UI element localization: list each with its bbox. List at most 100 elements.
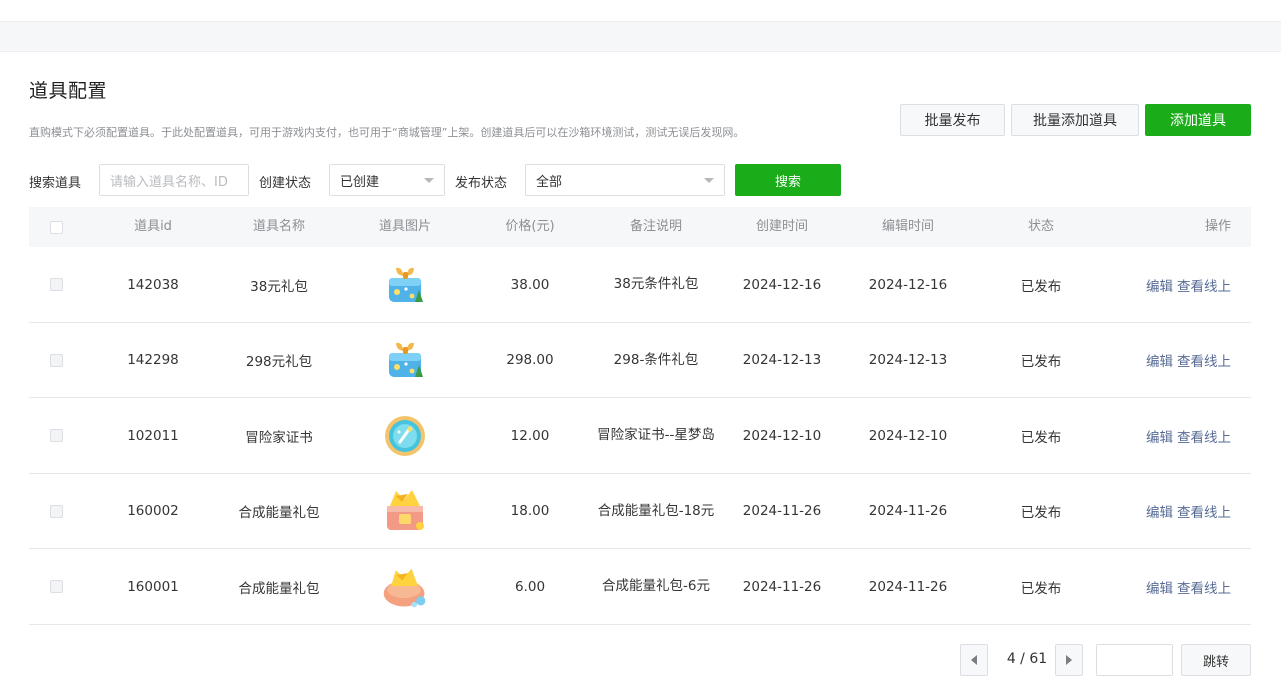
sub-bar: [0, 22, 1281, 52]
row-checkbox-cell: [29, 474, 83, 549]
cell-image: [335, 323, 475, 398]
chevron-right-icon: [1066, 655, 1072, 665]
jump-button[interactable]: 跳转: [1181, 644, 1251, 676]
add-item-button[interactable]: 添加道具: [1145, 104, 1251, 136]
cell-id: 160001: [127, 578, 179, 595]
cell-status: 已发布: [1020, 505, 1062, 521]
page-title: 道具配置: [29, 80, 108, 102]
row-checkbox-cell: [29, 549, 83, 624]
cell-created: 2024-12-10: [742, 427, 822, 444]
edit-link[interactable]: 编辑: [1146, 577, 1173, 597]
cell-name: 合成能量礼包: [238, 505, 320, 521]
row-checkbox[interactable]: [49, 278, 63, 291]
row-checkbox[interactable]: [49, 580, 63, 593]
cell-price: 12.00: [510, 427, 550, 444]
cell-note: 合成能量礼包-6元: [602, 578, 710, 594]
col-id: 道具id: [134, 219, 172, 234]
items-table: 道具id 道具名称 道具图片 价格(元) 备注说明 创建时间 编辑时间 状态 操…: [29, 207, 1251, 625]
header-actions: 批量发布 批量添加道具 添加道具: [900, 104, 1251, 136]
cell-note: 冒险家证书--星梦岛: [597, 427, 715, 443]
view-online-link[interactable]: 查看线上: [1177, 350, 1231, 370]
row-checkbox-cell: [29, 398, 83, 473]
col-name: 道具名称: [252, 219, 305, 234]
batch-add-button[interactable]: 批量添加道具: [1011, 104, 1139, 136]
cell-price: 18.00: [510, 503, 550, 519]
view-online-link[interactable]: 查看线上: [1177, 577, 1231, 597]
col-note: 备注说明: [629, 219, 682, 234]
select-all-cell: [29, 207, 83, 247]
table-header: 道具id 道具名称 道具图片 价格(元) 备注说明 创建时间 编辑时间 状态 操…: [29, 207, 1251, 247]
edit-link[interactable]: 编辑: [1146, 350, 1173, 370]
row-checkbox[interactable]: [49, 353, 63, 367]
publish-status-value: 全部: [536, 174, 563, 190]
cell-name: 冒险家证书: [245, 429, 313, 446]
cell-created: 2024-11-26: [742, 578, 822, 595]
publish-status-select[interactable]: 全部: [525, 164, 725, 196]
cell-created: 2024-12-16: [742, 276, 822, 293]
view-online-link[interactable]: 查看线上: [1177, 275, 1231, 295]
cell-price: 298.00: [506, 352, 554, 368]
batch-publish-button[interactable]: 批量发布: [900, 104, 1005, 136]
create-status-label: 创建状态: [259, 176, 312, 191]
cell-created: 2024-11-26: [742, 503, 822, 519]
pagination: 4 / 61 跳转: [960, 644, 1251, 676]
table-row: 160002 合成能量礼包 18.00 合成能量礼包-18元 2024-11-26 202…: [29, 474, 1251, 549]
table-row: 142298 298元礼包 298.00 298-条件礼包 2024-12-13 2024…: [29, 323, 1251, 398]
chevron-down-icon: [424, 178, 434, 183]
col-created: 创建时间: [755, 219, 808, 234]
table-body: 142038 38元礼包 38.00 38元条件礼包 2024-12-16 2024-12…: [29, 247, 1251, 625]
search-button[interactable]: 搜索: [735, 164, 841, 196]
energy-chest-icon: [380, 486, 430, 536]
chevron-down-icon: [704, 178, 714, 183]
edit-link[interactable]: 编辑: [1146, 426, 1173, 446]
next-page-button[interactable]: [1055, 644, 1083, 676]
create-status-select[interactable]: 已创建: [329, 164, 445, 196]
row-checkbox-cell: [29, 323, 83, 398]
cell-name: 合成能量礼包: [238, 580, 320, 597]
cell-edited: 2024-12-16: [868, 276, 948, 293]
view-online-link[interactable]: 查看线上: [1177, 426, 1231, 446]
cell-ops: 编辑 查看线上: [1103, 474, 1251, 549]
cell-edited: 2024-12-13: [868, 352, 948, 368]
gift-box-icon: [380, 260, 430, 310]
search-input[interactable]: 请输入道具名称、ID: [99, 164, 249, 196]
cell-id: 142298: [127, 352, 179, 368]
cell-edited: 2024-12-10: [868, 427, 948, 444]
table-row: 142038 38元礼包 38.00 38元条件礼包 2024-12-16 2024-12…: [29, 247, 1251, 323]
cell-note: 38元条件礼包: [613, 276, 699, 292]
cell-ops: 编辑 查看线上: [1103, 323, 1251, 398]
cell-edited: 2024-11-26: [868, 503, 948, 519]
energy-bag-icon: [380, 562, 430, 612]
cell-name: 38元礼包: [250, 278, 308, 295]
edit-link[interactable]: 编辑: [1146, 501, 1173, 521]
cell-ops: 编辑 查看线上: [1103, 247, 1251, 322]
row-checkbox[interactable]: [49, 429, 63, 442]
create-status-value: 已创建: [340, 174, 380, 190]
cell-id: 160002: [127, 503, 179, 519]
search-label: 搜索道具: [29, 176, 82, 191]
cell-image: [335, 474, 475, 549]
filter-bar: 搜索道具 请输入道具名称、ID 创建状态 已创建 发布状态 全部 搜索: [29, 164, 849, 196]
col-edited: 编辑时间: [881, 219, 934, 234]
col-price: 价格(元): [505, 219, 555, 234]
cell-image: [335, 549, 475, 624]
select-all-checkbox[interactable]: [49, 220, 63, 234]
prev-page-button[interactable]: [960, 644, 988, 676]
cell-name: 298元礼包: [245, 354, 313, 370]
table-row: 160001 合成能量礼包 6.00 合成能量礼包-6元 2024-11-26 2024-…: [29, 549, 1251, 625]
table-row: 102011 冒险家证书 12.00 冒险家证书--星梦岛 2024-12-10 2024…: [29, 398, 1251, 474]
cell-price: 6.00: [514, 578, 546, 595]
publish-status-label: 发布状态: [455, 176, 508, 191]
page-description: 直购模式下必须配置道具。于此处配置道具，可用于游戏内支付，也可用于“商城管理”上…: [29, 126, 745, 139]
cell-note: 合成能量礼包-18元: [597, 502, 715, 519]
cell-image: [335, 247, 475, 322]
cell-status: 已发布: [1020, 278, 1062, 295]
col-status: 状态: [1027, 219, 1054, 234]
view-online-link[interactable]: 查看线上: [1177, 501, 1231, 521]
cell-id: 142038: [127, 276, 179, 293]
cell-status: 已发布: [1020, 429, 1062, 446]
page-jump-input[interactable]: [1096, 644, 1173, 676]
edit-link[interactable]: 编辑: [1146, 275, 1173, 295]
row-checkbox[interactable]: [49, 504, 63, 518]
cell-ops: 编辑 查看线上: [1103, 549, 1251, 624]
